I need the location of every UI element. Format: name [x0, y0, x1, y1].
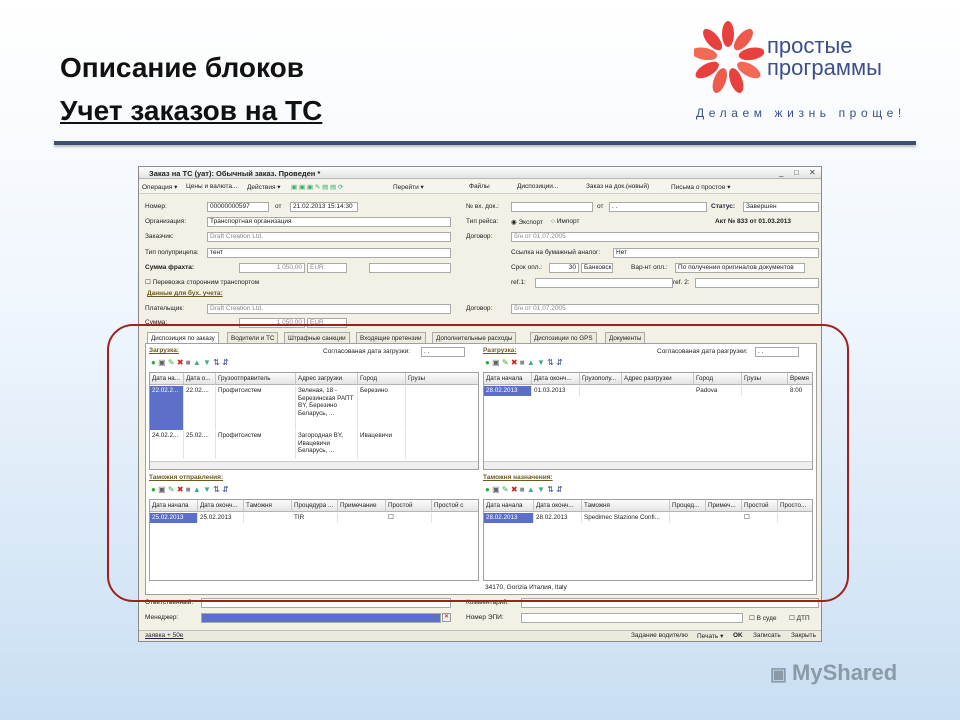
inc-doc-field[interactable] — [511, 202, 593, 212]
ref2-label: ref. 2: — [673, 279, 690, 286]
freight-field[interactable]: 1 050,00 — [239, 263, 305, 273]
contract2-label: Договор: — [466, 305, 493, 312]
trip-type-label: Тип рейса: — [466, 218, 499, 225]
bank-field[interactable]: Банковск — [581, 263, 613, 273]
epi-field[interactable] — [521, 613, 743, 623]
org-label: Организация: — [145, 218, 187, 225]
paper-label: Ссылка на бумажный аналог: — [511, 249, 601, 256]
title-divider — [54, 141, 916, 145]
paper-select[interactable]: Нет — [613, 248, 819, 258]
customer-field[interactable]: Draft Creation Ltd. — [207, 232, 451, 242]
window-titlebar: Заказ на ТС (уат): Обычный заказ. Провед… — [139, 167, 821, 179]
contract-label: Договор: — [466, 233, 493, 240]
trailer-label: Тип полуприцепа: — [145, 249, 199, 256]
inc-date-field[interactable]: . . — [609, 202, 707, 212]
currency-field[interactable]: EUR — [307, 263, 347, 273]
third-party-check[interactable]: ☐ Перевозка сторонним транспортом — [145, 278, 259, 286]
manager-field[interactable] — [201, 613, 441, 623]
manager-label: Менеджер: — [145, 614, 179, 621]
status-label: Статус: — [711, 203, 736, 210]
toolbar-files[interactable]: Файлы — [469, 183, 490, 190]
import-radio[interactable]: ○ Импорт — [551, 218, 579, 225]
toolbar-goto[interactable]: Перейти ▾ — [393, 183, 424, 191]
number-label: Номер: — [145, 203, 167, 210]
window-title: Заказ на ТС (уат): Обычный заказ. Провед… — [149, 169, 321, 178]
toolbar-doc-order[interactable]: Заказ на док.(новый) — [586, 183, 649, 190]
contract-field[interactable]: б/н от 01.07.2005 — [511, 232, 819, 242]
epi-label: Номер ЭПИ: — [466, 614, 504, 621]
toolbar-actions[interactable]: Действия ▾ — [247, 183, 281, 191]
order-link[interactable]: заявка + 50е — [145, 632, 183, 639]
payer-label: Плательщик: — [145, 305, 185, 312]
toolbar-icons[interactable]: ▣ ▣ ▣ ✎ ▤ ▤ ⟳ — [291, 183, 343, 191]
ref1-field[interactable] — [535, 278, 673, 288]
term-field[interactable]: 30 — [549, 263, 579, 273]
inc-doc-label: № вх. док.: — [466, 203, 499, 210]
status-select[interactable]: Завершен — [743, 202, 819, 212]
freight-label: Сумма фрахта: — [145, 264, 195, 271]
date-field[interactable]: 21.02.2013 15:14:30 — [290, 202, 358, 212]
close-button[interactable]: Закрыть — [791, 632, 816, 639]
freight-extra-field[interactable] — [369, 263, 451, 273]
logo-slogan: Делаем жизнь проще! — [696, 106, 906, 120]
slide-title: Описание блоков — [60, 52, 304, 83]
flower-logo-icon — [694, 21, 764, 93]
payer-field[interactable]: Draft Creation Ltd. — [207, 304, 451, 314]
from-label: от — [275, 203, 282, 210]
org-field[interactable]: Транспортная организация — [207, 217, 451, 227]
toolbar-dispositions[interactable]: Диспозиции... — [517, 183, 558, 190]
presentation-icon: ▣ — [770, 664, 793, 684]
watermark: ▣ MyShared — [770, 660, 898, 685]
manager-clear-icon[interactable]: ✕ — [442, 613, 451, 622]
driver-task-button[interactable]: Задание водителю — [631, 632, 688, 639]
number-field[interactable]: 00000000597 — [207, 202, 269, 212]
act-number[interactable]: Акт № 833 от 01.03.2013 — [715, 218, 791, 225]
toolbar-prices[interactable]: Цены и валюта... — [186, 183, 237, 190]
variant-label: Вар-нт опл.: — [631, 264, 668, 271]
minimize-icon[interactable]: _ — [779, 168, 783, 177]
slide-subtitle: Учет заказов на ТС — [60, 95, 323, 126]
toolbar-operation[interactable]: Операция ▾ — [142, 183, 177, 191]
close-icon[interactable]: ✕ — [809, 168, 816, 177]
highlight-oval — [107, 324, 849, 602]
customer-label: Заказчик: — [145, 233, 174, 240]
contract2-field[interactable]: б/н от 01.07.2005 — [511, 304, 819, 314]
in-court-check[interactable]: ☐ В суде — [749, 614, 776, 622]
inc-from-label: от — [597, 203, 604, 210]
maximize-icon[interactable]: □ — [794, 168, 799, 177]
export-radio[interactable]: ◉ Экспорт — [511, 218, 543, 226]
save-button[interactable]: Записать — [753, 632, 781, 639]
variant-select[interactable]: По получении оригиналов документов — [675, 263, 805, 273]
ref2-field[interactable] — [695, 278, 819, 288]
ref1-label: ref.1: — [511, 279, 526, 286]
acc-header: Данные для бух. учета: — [147, 290, 223, 297]
print-button[interactable]: Печать ▾ — [697, 632, 723, 640]
ok-button[interactable]: OK — [733, 632, 743, 639]
trailer-field[interactable]: тент — [207, 248, 451, 258]
toolbar-letters[interactable]: Письма о простое ▾ — [671, 183, 730, 191]
logo-name: простые программы — [767, 33, 882, 80]
term-label: Срок опл.: — [511, 264, 543, 271]
dtp-check[interactable]: ☐ ДТП — [789, 614, 810, 622]
